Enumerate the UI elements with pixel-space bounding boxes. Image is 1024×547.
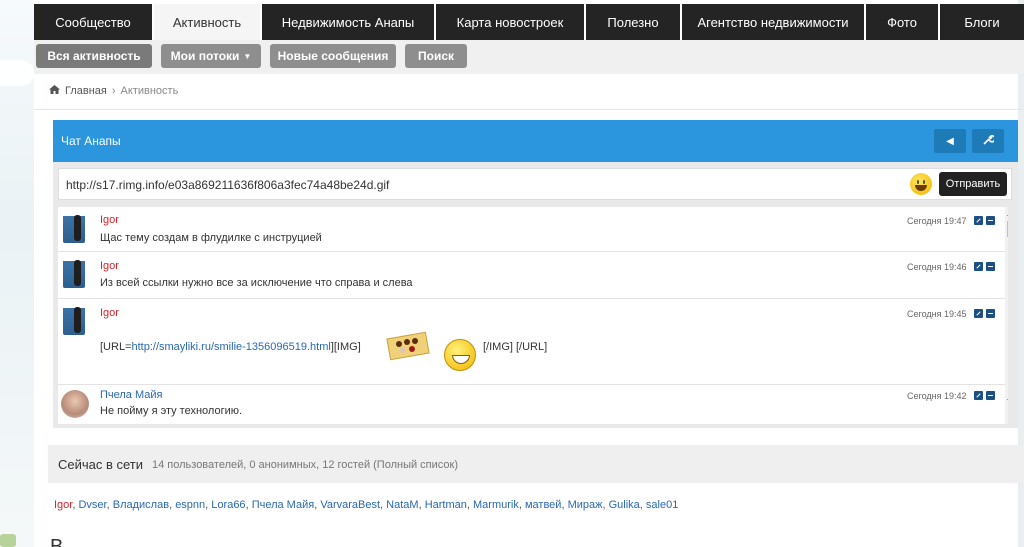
- chat-scrollbar[interactable]: [1005, 207, 1008, 424]
- message-username[interactable]: Igor: [100, 214, 119, 226]
- online-user-link[interactable]: Gulika: [609, 499, 640, 511]
- new-messages-button[interactable]: Новые сообщения: [270, 44, 396, 68]
- breadcrumb-home-link[interactable]: Главная: [65, 85, 107, 97]
- scroll-thumb[interactable]: [1007, 221, 1008, 237]
- online-user-link[interactable]: espnn: [175, 499, 205, 511]
- chat-message: Igor Щас тему создам в флудилке с инстру…: [58, 207, 1008, 252]
- online-user-link[interactable]: Lora66: [211, 499, 245, 511]
- message-text-mid: ][IMG]: [330, 341, 361, 353]
- chat-message: Igor [URL=http://smayliki.ru/smilie-1356…: [58, 299, 1008, 385]
- delete-icon[interactable]: [986, 309, 995, 318]
- avatar[interactable]: [63, 305, 85, 335]
- message-text: [URL=http://smayliki.ru/smilie-135609651…: [100, 341, 361, 353]
- scroll-down-icon[interactable]: [1007, 399, 1008, 404]
- message-link[interactable]: http://smayliki.ru/smilie-1356096519.htm…: [132, 341, 331, 353]
- message-text-prefix: [URL=: [100, 341, 132, 353]
- divider: [34, 109, 1024, 110]
- edit-icon[interactable]: [974, 262, 983, 271]
- cloud-decoration: [0, 60, 34, 86]
- settings-button[interactable]: [972, 129, 1004, 153]
- online-user-link[interactable]: Dvser: [78, 499, 106, 511]
- search-button[interactable]: Поиск: [405, 44, 467, 68]
- tab-community[interactable]: Сообщество: [34, 4, 154, 40]
- send-button[interactable]: Отправить: [939, 172, 1007, 196]
- message-username[interactable]: Пчела Майя: [100, 389, 163, 401]
- message-time: Сегодня 19:47: [907, 216, 967, 226]
- avatar[interactable]: [63, 213, 85, 243]
- online-user-link[interactable]: VarvaraBest: [320, 499, 380, 511]
- online-user-link[interactable]: Пчела Майя: [252, 499, 315, 511]
- online-user-link[interactable]: sale01: [646, 499, 678, 511]
- wrench-icon: [982, 134, 996, 148]
- sub-navigation: Вся активность Мои потоки ▼ Новые сообще…: [34, 40, 1024, 74]
- delete-icon[interactable]: [986, 391, 995, 400]
- message-username[interactable]: Igor: [100, 260, 119, 272]
- breadcrumb: Главная › Активность: [49, 85, 178, 97]
- chat-message: Igor Из всей ссылки нужно все за исключе…: [58, 252, 1008, 299]
- online-user-link[interactable]: Hartman: [425, 499, 467, 511]
- page-background-left: [0, 0, 34, 547]
- chevron-right-icon: ›: [111, 85, 116, 97]
- chat-title: Чат Анапы: [61, 134, 121, 148]
- message-text: Не пойму я эту технологию.: [100, 405, 243, 417]
- online-user-link[interactable]: Marmurik: [473, 499, 519, 511]
- online-user-link[interactable]: NataM: [386, 499, 418, 511]
- online-users-panel: Сейчас в сети 14 пользователей, 0 аноним…: [48, 445, 1024, 483]
- collapse-button[interactable]: ◀: [934, 129, 966, 153]
- home-icon: [49, 85, 60, 97]
- tab-useful[interactable]: Полезно: [586, 4, 682, 40]
- online-user-link[interactable]: Igor: [54, 499, 72, 511]
- delete-icon[interactable]: [986, 262, 995, 271]
- message-username[interactable]: Igor: [100, 307, 119, 319]
- tab-new-buildings-map[interactable]: Карта новостроек: [436, 4, 586, 40]
- smiley-image: [444, 339, 476, 371]
- chat-panel: Чат Анапы ◀ http://s17.rimg.info/e03a869…: [53, 120, 1018, 428]
- chat-message: Пчела Майя Не пойму я эту технологию. Се…: [58, 385, 1008, 424]
- main-navigation: Сообщество Активность Недвижимость Анапы…: [34, 4, 1024, 40]
- online-user-link[interactable]: Мираж: [568, 499, 603, 511]
- message-time: Сегодня 19:46: [907, 262, 967, 272]
- tab-blogs[interactable]: Блоги: [940, 4, 1024, 40]
- tab-photo[interactable]: Фото: [866, 4, 940, 40]
- chat-message-input[interactable]: http://s17.rimg.info/e03a869211636f806a3…: [66, 178, 389, 192]
- edit-icon[interactable]: [974, 216, 983, 225]
- all-activity-button[interactable]: Вся активность: [36, 44, 152, 68]
- corner-leaf-icon: [0, 534, 16, 547]
- caret-left-icon: ◀: [946, 135, 954, 147]
- avatar[interactable]: [61, 390, 89, 418]
- edit-icon[interactable]: [974, 309, 983, 318]
- breadcrumb-current: Активность: [120, 85, 179, 97]
- message-time: Сегодня 19:45: [907, 309, 967, 319]
- tab-realty-agency[interactable]: Агентство недвижимости: [682, 4, 866, 40]
- online-info: 14 пользователей, 0 анонимных, 12 гостей…: [152, 459, 459, 471]
- candy-box-image: [386, 327, 436, 361]
- smiley-icon[interactable]: [910, 173, 932, 195]
- delete-icon[interactable]: [986, 216, 995, 225]
- online-user-link[interactable]: матвей: [525, 499, 561, 511]
- edit-icon[interactable]: [974, 391, 983, 400]
- my-streams-button[interactable]: Мои потоки ▼: [161, 44, 261, 68]
- message-text: Из всей ссылки нужно все за исключение ч…: [100, 277, 413, 289]
- tab-activity[interactable]: Активность: [154, 4, 262, 40]
- my-streams-label: Мои потоки: [170, 49, 240, 63]
- message-text: Щас тему создам в флудилке с инструцией: [100, 232, 322, 244]
- scroll-up-icon[interactable]: [1007, 211, 1008, 216]
- caret-down-icon: ▼: [243, 51, 252, 61]
- tab-anapa-realty[interactable]: Недвижимость Анапы: [262, 4, 436, 40]
- chat-input-row: http://s17.rimg.info/e03a869211636f806a3…: [58, 168, 1012, 200]
- online-title: Сейчас в сети: [58, 457, 144, 472]
- message-time: Сегодня 19:42: [907, 391, 967, 401]
- chat-header: Чат Анапы ◀: [53, 120, 1018, 162]
- online-user-link[interactable]: Владислав: [113, 499, 169, 511]
- message-text-suffix: [/IMG] [/URL]: [483, 341, 548, 353]
- online-user-list: Igor, Dvser, Владислав, espnn, Lora66, П…: [54, 499, 679, 511]
- avatar[interactable]: [63, 258, 85, 288]
- section-heading-partial: В: [50, 536, 64, 547]
- chat-messages: Igor Щас тему создам в флудилке с инстру…: [58, 207, 1008, 424]
